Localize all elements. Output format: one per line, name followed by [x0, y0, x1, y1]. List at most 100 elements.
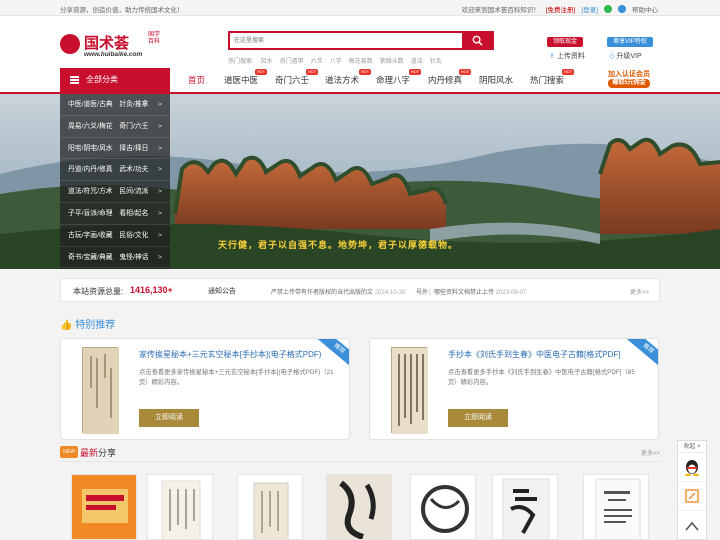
hot-term[interactable]: 六爻 — [311, 56, 323, 65]
featured-card-title[interactable]: 家传挨星秘本+三元玄空秘本[手抄本](电子格式PDF) — [139, 349, 329, 360]
hot-badge: HOT — [255, 69, 267, 75]
book-cover-image — [238, 475, 302, 539]
site-logo[interactable]: 国术荟 国学 百科 www.huibaike.com — [60, 30, 170, 60]
latest-book-thumb[interactable] — [410, 474, 476, 540]
announcement-item[interactable]: 号外：哪些资料文档禁止上传 2023-08-07 — [416, 287, 526, 296]
qq-icon[interactable] — [618, 5, 626, 13]
latest-book-thumb[interactable] — [326, 474, 392, 540]
chevron-right-icon: > — [158, 231, 162, 239]
hot-searches: 热门搜索: 风水 奇门遁甲 六爻 八字 梅花易数 紫微斗数 道法 针灸 — [228, 56, 442, 65]
search-input[interactable] — [230, 33, 463, 48]
upload-link[interactable]: ⇪ 上传资料 — [549, 51, 585, 61]
nav-item-neidan[interactable]: 内丹修真 — [428, 68, 462, 92]
latest-book-thumb[interactable] — [71, 474, 137, 540]
hot-term[interactable]: 紫微斗数 — [380, 56, 404, 65]
announcement-item[interactable]: 严禁上传带有作者版权的当代出版的文 2024-10-30 — [271, 287, 405, 296]
member-promo[interactable]: 加入认证会员 赚取5元佣金 — [608, 70, 650, 88]
stats-bar: 本站资源总量: 1416,130+ 通知公告 严禁上传带有作者版权的当代出版的文… — [60, 278, 660, 302]
featured-card[interactable]: 手抄本《刘氏手到生春》中医电子古籍[格式PDF] 点击查看更多手抄本《刘氏手到生… — [369, 338, 659, 440]
promo-line-2: 赚取5元佣金 — [608, 79, 650, 88]
nav-item-medicine[interactable]: 道医中医 — [224, 68, 258, 92]
latest-book-thumb[interactable] — [237, 474, 303, 540]
category-row[interactable]: 中医/道医/古典 针灸/推拿 > — [60, 94, 170, 116]
register-link[interactable]: [免费注册] — [546, 4, 576, 14]
vip-privilege-button[interactable]: 尊享VIP特权 — [607, 37, 653, 47]
latest-more-link[interactable]: 更多>> — [641, 448, 660, 457]
book-cover-image — [411, 475, 475, 539]
hot-term[interactable]: 梅花易数 — [349, 56, 373, 65]
book-cover-image — [148, 475, 212, 539]
hot-badge: HOT — [562, 69, 574, 75]
category-row[interactable]: 奇书/宝藏/典藏 鬼怪/神话 > — [60, 247, 170, 269]
book-cover-image — [83, 348, 119, 434]
claim-cash-button[interactable]: 领取现金 — [547, 37, 583, 47]
qq-contact-button[interactable] — [678, 453, 706, 482]
book-cover-image — [493, 475, 557, 539]
latest-book-thumb[interactable] — [147, 474, 213, 540]
hot-term[interactable]: 针灸 — [430, 56, 442, 65]
hot-badge: HOT — [306, 69, 318, 75]
search-box — [228, 31, 494, 50]
book-cover — [82, 347, 119, 434]
all-categories-button[interactable]: 全部分类 — [60, 68, 170, 92]
category-row[interactable]: 古玩/字画/收藏 民俗/文化 > — [60, 225, 170, 247]
read-now-button[interactable]: 立即阅读 — [448, 409, 508, 427]
chevron-right-icon: > — [158, 188, 162, 196]
chevron-right-icon: > — [158, 122, 162, 130]
book-cover — [391, 347, 428, 434]
close-icon: × — [697, 444, 701, 450]
all-categories-label: 全部分类 — [86, 75, 118, 84]
featured-card-title[interactable]: 手抄本《刘氏手到生春》中医电子古籍[格式PDF] — [448, 349, 638, 360]
announcement-more-link[interactable]: 更多>> — [630, 287, 649, 296]
nav-item-qimen[interactable]: 奇门六壬 — [275, 68, 309, 92]
latest-book-thumb[interactable] — [583, 474, 649, 540]
search-button[interactable] — [462, 33, 492, 48]
chevron-right-icon: > — [158, 253, 162, 261]
collapse-label: 收起 — [683, 444, 696, 450]
announcement-text: 严禁上传带有作者版权的当代出版的文 — [271, 290, 374, 296]
login-link[interactable]: [登录] — [581, 4, 598, 14]
category-label: 道法/符咒/方术 民间/流派 — [68, 188, 149, 196]
upload-icon: ⇪ — [549, 53, 555, 60]
hot-term[interactable]: 八字 — [330, 56, 342, 65]
upgrade-vip-link[interactable]: ◇ 升级VIP — [609, 51, 642, 61]
back-to-top-button[interactable] — [678, 511, 706, 540]
category-row[interactable]: 周易/六爻/梅花 奇门/六壬 > — [60, 116, 170, 138]
nav-item-daofa[interactable]: 道法方术 — [325, 68, 359, 92]
nav-item-home[interactable]: 首页 — [188, 68, 205, 92]
book-cover-image — [72, 475, 136, 539]
book-cover-image — [392, 348, 428, 434]
latest-book-thumb[interactable] — [492, 474, 558, 540]
category-row[interactable]: 阳宅/阴宅/风水 择吉/择日 > — [60, 138, 170, 160]
welcome-text: 欢迎来到国术荟百科知识！ — [461, 7, 540, 14]
category-row[interactable]: 丹道/内丹/修真 武术/功夫 > — [60, 159, 170, 182]
category-row[interactable]: 道法/符咒/方术 民间/流派 > — [60, 181, 170, 203]
logo-name: 国术荟 — [84, 34, 130, 52]
category-label: 古玩/字画/收藏 民俗/文化 — [68, 231, 149, 239]
header: 国术荟 国学百科 www.huibaike.com 热门搜索: 风水 奇门遁甲 … — [0, 16, 720, 68]
featured-card-desc: 点击查看更多手抄本《刘氏手到生春》中医电子古籍[格式PDF]（85页）精彩内容。 — [448, 369, 635, 386]
chevron-up-icon — [685, 521, 699, 531]
hot-search-label: 热门搜索: — [228, 59, 254, 65]
site-slogan: 分享资源，创造价值，助力传统国术文化！ — [60, 7, 184, 14]
hot-badge: HOT — [409, 69, 421, 75]
feedback-button[interactable] — [678, 482, 706, 511]
menu-icon — [70, 76, 79, 84]
hot-term[interactable]: 奇门遁甲 — [280, 56, 304, 65]
hot-term[interactable]: 风水 — [261, 56, 273, 65]
help-center-link[interactable]: 帮助中心 — [632, 4, 658, 14]
category-menu: 中医/道医/古典 针灸/推拿 > 周易/六爻/梅花 奇门/六壬 > 阳宅/阴宅/风水… — [60, 94, 170, 269]
collapse-toggle[interactable]: 收起 × — [678, 441, 706, 453]
nav-item-bazi[interactable]: 命理八字 — [376, 68, 410, 92]
nav-item-hot-search[interactable]: 热门搜索 — [530, 68, 564, 92]
nav-item-fengshui[interactable]: 阴阳风水 — [479, 68, 513, 92]
hot-term[interactable]: 道法 — [411, 56, 423, 65]
chevron-right-icon: > — [158, 101, 162, 108]
category-row[interactable]: 子平/盲派/命理 看相/起名 > — [60, 203, 170, 225]
book-cover-image — [584, 475, 648, 539]
featured-card[interactable]: 家传挨星秘本+三元玄空秘本[手抄本](电子格式PDF) 点击查看更多家传挨星秘本… — [60, 338, 350, 440]
wechat-icon[interactable] — [604, 5, 612, 13]
read-now-button[interactable]: 立即阅读 — [139, 409, 199, 427]
chevron-right-icon: > — [158, 144, 162, 152]
banner-caption: 天行健，君子以自强不息。地势坤，君子以厚德载物。 — [218, 241, 459, 251]
